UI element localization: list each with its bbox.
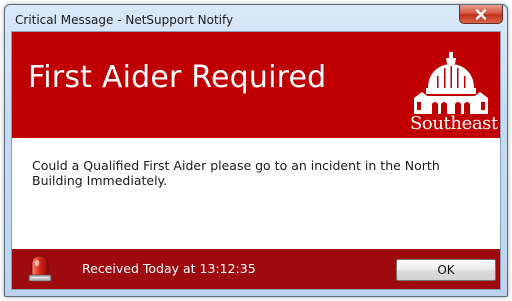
red-siren-icon: [28, 255, 52, 282]
southeast-logo: Southeast: [410, 52, 498, 134]
logo-wordmark: Southeast: [410, 113, 498, 134]
message-content: First Aider Required Southeast Could a Q…: [11, 31, 501, 290]
received-timestamp: Received Today at 13:12:35: [82, 261, 256, 276]
alert-heading: First Aider Required: [28, 60, 327, 95]
ok-button[interactable]: OK: [396, 259, 496, 281]
close-button[interactable]: [459, 5, 503, 24]
alert-header: First Aider Required Southeast: [12, 32, 500, 138]
domed-building-logo: [414, 52, 488, 114]
notify-window: Critical Message - NetSupport Notify Fir…: [4, 4, 508, 297]
close-x-icon: [475, 8, 487, 20]
status-footer: Received Today at 13:12:35 OK: [12, 249, 500, 289]
message-text: Could a Qualified First Aider please go …: [32, 158, 440, 188]
window-title: Critical Message - NetSupport Notify: [15, 13, 234, 27]
